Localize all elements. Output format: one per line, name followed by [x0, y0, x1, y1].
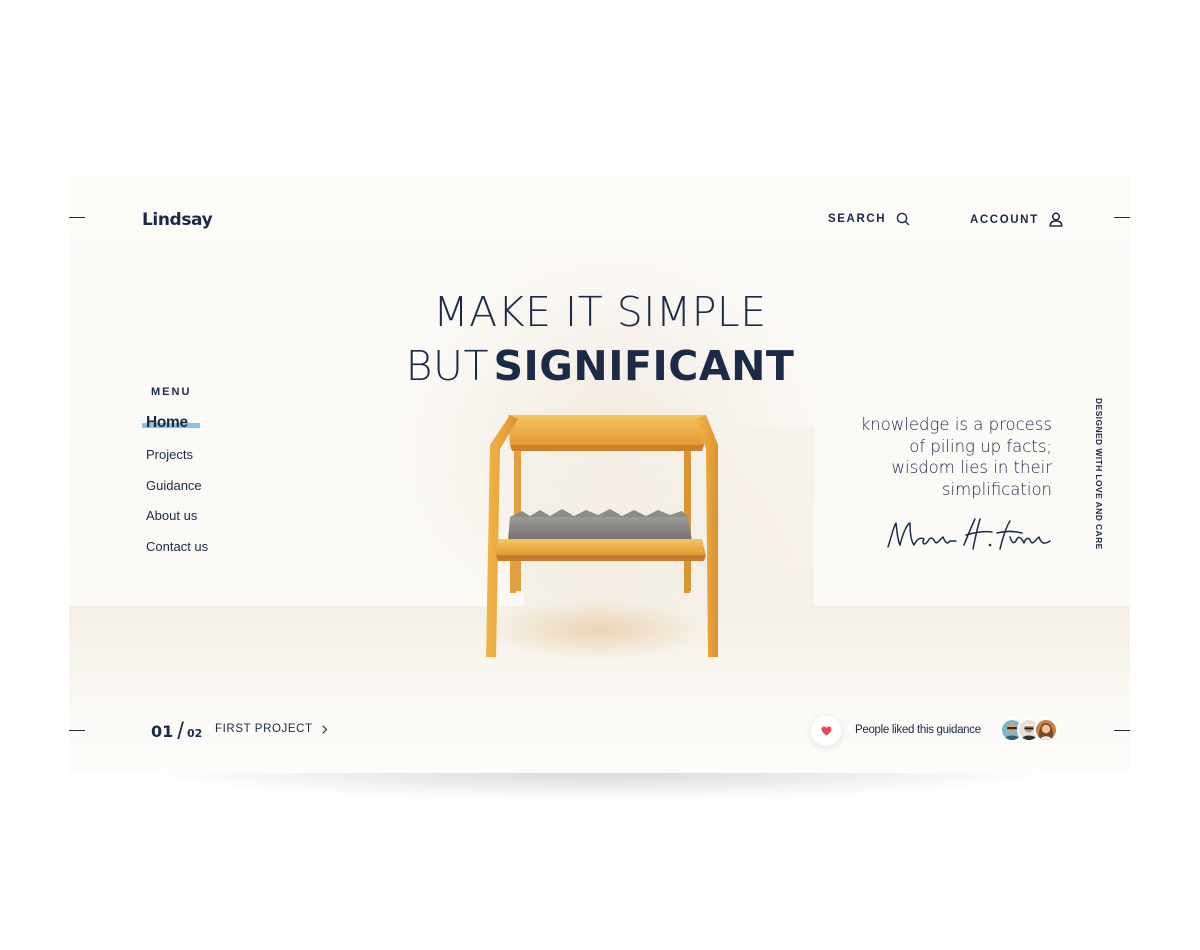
- hero-title-line-2: BUT SIGNIFICANT: [0, 342, 1200, 390]
- pager-total: 02: [186, 727, 203, 740]
- quote-line: knowledge is a process: [860, 415, 1052, 434]
- avatar: [1034, 718, 1058, 742]
- project-pager: 01 / 02: [151, 716, 203, 745]
- user-icon: [1049, 212, 1063, 227]
- menu-item-projects[interactable]: Projects: [146, 447, 193, 462]
- pager-current: 01: [151, 722, 174, 741]
- edge-dash-bottom-left: [69, 730, 85, 731]
- hero-line-1: MAKE IT SIMPLE: [433, 288, 767, 336]
- search-label: SEARCH: [828, 213, 887, 225]
- like-button[interactable]: [811, 716, 841, 746]
- quote-text: knowledge is a process of piling up fact…: [840, 414, 1052, 500]
- quote-line: wisdom lies in their: [891, 458, 1052, 477]
- menu-item-home[interactable]: Home: [146, 414, 188, 432]
- chevron-right-icon: [322, 724, 327, 734]
- first-project-label: FIRST PROJECT: [215, 723, 313, 735]
- menu-item-about-us[interactable]: About us: [146, 508, 197, 523]
- menu-item-guidance[interactable]: Guidance: [146, 478, 202, 493]
- quote-line: simplification: [941, 479, 1052, 499]
- chair-image: [486, 415, 718, 660]
- liker-avatars[interactable]: [1000, 718, 1060, 742]
- edge-dash-bottom-right: [1114, 730, 1130, 731]
- brand-logo[interactable]: Lindsay: [142, 210, 213, 230]
- vertical-tagline: DESIGNED WITH LOVE AND CARE: [1094, 398, 1108, 553]
- heart-icon: [821, 726, 831, 736]
- edge-dash-top-left: [69, 217, 85, 218]
- pager-separator: /: [177, 718, 184, 745]
- hero-line-2-bold: SIGNIFICANT: [493, 342, 795, 390]
- account-label: ACCOUNT: [970, 213, 1039, 226]
- signature: [887, 518, 1051, 550]
- hero-title-line-1: MAKE IT SIMPLE: [0, 288, 1200, 336]
- hero-line-2-light: BUT: [405, 342, 490, 390]
- menu-item-contact-us[interactable]: Contact us: [146, 539, 208, 554]
- search-icon: [896, 212, 910, 226]
- menu-title: MENU: [151, 386, 192, 398]
- search-button[interactable]: SEARCH: [828, 212, 910, 226]
- edge-dash-top-right: [1114, 217, 1130, 218]
- account-button[interactable]: ACCOUNT: [970, 212, 1063, 227]
- quote-line: of piling up facts;: [909, 436, 1052, 456]
- vertical-tagline-text: DESIGNED WITH LOVE AND CARE: [1094, 398, 1104, 550]
- likes-label: People liked this guidance: [855, 724, 981, 736]
- first-project-link[interactable]: FIRST PROJECT: [215, 723, 328, 735]
